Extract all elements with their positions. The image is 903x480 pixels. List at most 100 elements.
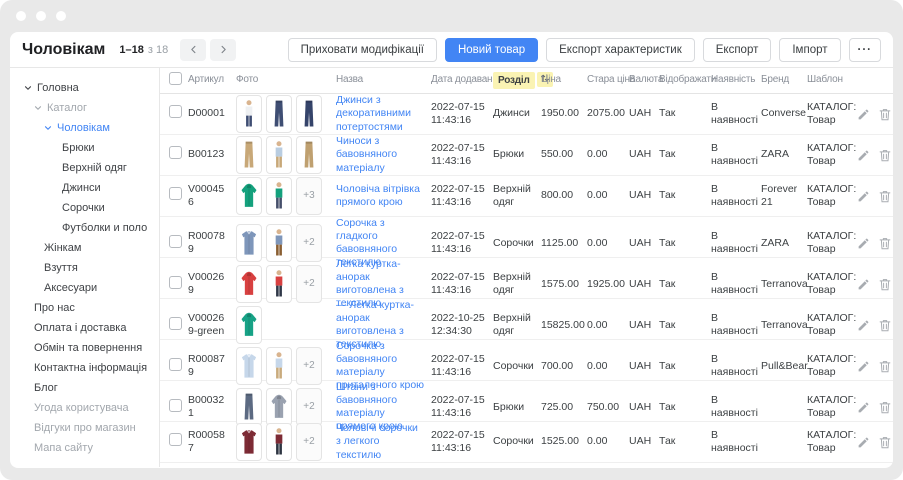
sidebar-item-8[interactable]: Футболки и поло — [10, 218, 159, 238]
column-header-photo[interactable]: Фото — [236, 74, 336, 87]
edit-button[interactable] — [857, 436, 870, 449]
product-photo — [236, 388, 262, 426]
select-all-checkbox[interactable] — [169, 72, 182, 85]
time-added: 11:43:16 — [431, 243, 487, 256]
hide-modifications-button[interactable]: Приховати модифікації — [288, 38, 437, 62]
new-product-button[interactable]: Новий товар — [445, 38, 538, 62]
sidebar-item-12[interactable]: Про нас — [10, 298, 159, 318]
date-cell: 2022-07-1511:43:16 — [431, 101, 493, 127]
column-header-name[interactable]: Назва — [336, 74, 431, 87]
row-checkbox[interactable] — [169, 187, 182, 200]
row-checkbox[interactable] — [169, 105, 182, 118]
edit-button[interactable] — [857, 360, 870, 373]
edit-button[interactable] — [857, 149, 870, 162]
delete-icon — [879, 108, 891, 121]
export-characteristics-button[interactable]: Експорт характеристик — [546, 38, 695, 62]
edit-button[interactable] — [857, 190, 870, 203]
sidebar-item-11[interactable]: Аксесуари — [10, 278, 159, 298]
column-header-availability[interactable]: Наявність — [711, 74, 761, 87]
product-photo — [266, 177, 292, 215]
row-checkbox[interactable] — [169, 276, 182, 289]
more-photos-badge[interactable]: +3 — [296, 177, 322, 215]
sidebar-item-6[interactable]: Джинси — [10, 178, 159, 198]
delete-icon — [879, 237, 891, 250]
column-header-old_price[interactable]: Стара ціна — [587, 74, 629, 87]
column-header-currency[interactable]: Валюта — [629, 74, 659, 87]
delete-button[interactable] — [879, 190, 891, 203]
sidebar-item-15[interactable]: Контактна інформація — [10, 358, 159, 378]
delete-button[interactable] — [879, 436, 891, 449]
time-added: 12:34:30 — [431, 325, 487, 338]
sidebar-item-17[interactable]: Угода користувача — [10, 398, 159, 418]
prev-page-button[interactable] — [180, 39, 206, 61]
delete-button[interactable] — [879, 401, 891, 414]
import-button[interactable]: Імпорт — [779, 38, 840, 62]
more-actions-button[interactable]: ··· — [849, 38, 882, 62]
old-price-cell: 0.00 — [587, 435, 629, 448]
delete-button[interactable] — [879, 237, 891, 250]
delete-button[interactable] — [879, 319, 891, 332]
sidebar-item-14[interactable]: Обмін та повернення — [10, 338, 159, 358]
edit-button[interactable] — [857, 108, 870, 121]
export-button[interactable]: Експорт — [703, 38, 772, 62]
delete-button[interactable] — [879, 149, 891, 162]
sidebar-item-3[interactable]: Чоловікам — [10, 118, 159, 138]
row-checkbox[interactable] — [169, 146, 182, 159]
delete-button[interactable] — [879, 360, 891, 373]
product-link[interactable]: Чиноси з бавовняного матеріалу — [336, 135, 425, 174]
sidebar-item-5[interactable]: Верхній одяг — [10, 158, 159, 178]
column-header-article[interactable]: Артикул — [188, 74, 236, 87]
more-photos-badge[interactable]: +2 — [296, 388, 322, 426]
edit-button[interactable] — [857, 278, 870, 291]
delete-button[interactable] — [879, 278, 891, 291]
product-link[interactable]: Чоловічі сорочки з легкого текстилю — [336, 422, 425, 461]
more-photos-badge[interactable]: +2 — [296, 347, 322, 385]
sidebar-item-label: Мапа сайту — [34, 442, 93, 454]
row-checkbox[interactable] — [169, 235, 182, 248]
column-header-section[interactable]: Розділ — [493, 73, 541, 88]
sidebar-item-13[interactable]: Оплата і доставка — [10, 318, 159, 338]
edit-button[interactable] — [857, 319, 870, 332]
display-cell: Так — [659, 319, 711, 332]
column-header-display[interactable]: Відображати — [659, 74, 711, 87]
row-checkbox[interactable] — [169, 358, 182, 371]
sidebar-item-7[interactable]: Сорочки — [10, 198, 159, 218]
column-header-brand[interactable]: Бренд — [761, 74, 807, 87]
date-cell: 2022-07-1511:43:16 — [431, 429, 493, 455]
column-header-date[interactable]: Дата додавання — [431, 74, 493, 87]
next-page-button[interactable] — [210, 39, 236, 61]
delete-button[interactable] — [879, 108, 891, 121]
sidebar-item-label: Джинси — [62, 182, 101, 194]
row-checkbox[interactable] — [169, 317, 182, 330]
column-header-label: Фото — [236, 74, 258, 85]
date-added: 2022-07-15 — [431, 142, 487, 155]
currency-cell: UAH — [629, 107, 659, 120]
more-photos-badge[interactable]: +2 — [296, 265, 322, 303]
header-checkbox-cell — [160, 72, 188, 90]
sidebar-item-9[interactable]: Жінкам — [10, 238, 159, 258]
sidebar-item-16[interactable]: Блог — [10, 378, 159, 398]
product-link[interactable]: Чоловіча вітрівка прямого крою — [336, 183, 425, 209]
row-checkbox[interactable] — [169, 399, 182, 412]
sidebar-item-10[interactable]: Взуття — [10, 258, 159, 278]
template-cell: КАТАЛОГ: Товар — [807, 271, 857, 297]
more-photos-badge[interactable]: +2 — [296, 224, 322, 262]
more-photos-badge[interactable]: +2 — [296, 423, 322, 461]
edit-button[interactable] — [857, 237, 870, 250]
sidebar-item-4[interactable]: Брюки — [10, 138, 159, 158]
old-price-cell: 0.00 — [587, 237, 629, 250]
product-link[interactable]: Джинси з декоративними потертостями — [336, 94, 425, 133]
sidebar-item-18[interactable]: Відгуки про магазин — [10, 418, 159, 438]
sidebar-item-1[interactable]: Головна — [10, 78, 159, 98]
brand-cell: Terranova — [761, 319, 807, 332]
photo-cell — [236, 136, 336, 174]
row-checkbox-cell — [160, 399, 188, 416]
template-cell: КАТАЛОГ: Товар — [807, 183, 857, 209]
sidebar-item-2[interactable]: Каталог — [10, 98, 159, 118]
sidebar-item-label: Взуття — [44, 262, 78, 274]
row-checkbox[interactable] — [169, 433, 182, 446]
column-header-price[interactable]: Ціна — [541, 74, 587, 87]
column-header-template[interactable]: Шаблон — [807, 74, 857, 87]
sidebar-item-19[interactable]: Мапа сайту — [10, 438, 159, 458]
edit-button[interactable] — [857, 401, 870, 414]
